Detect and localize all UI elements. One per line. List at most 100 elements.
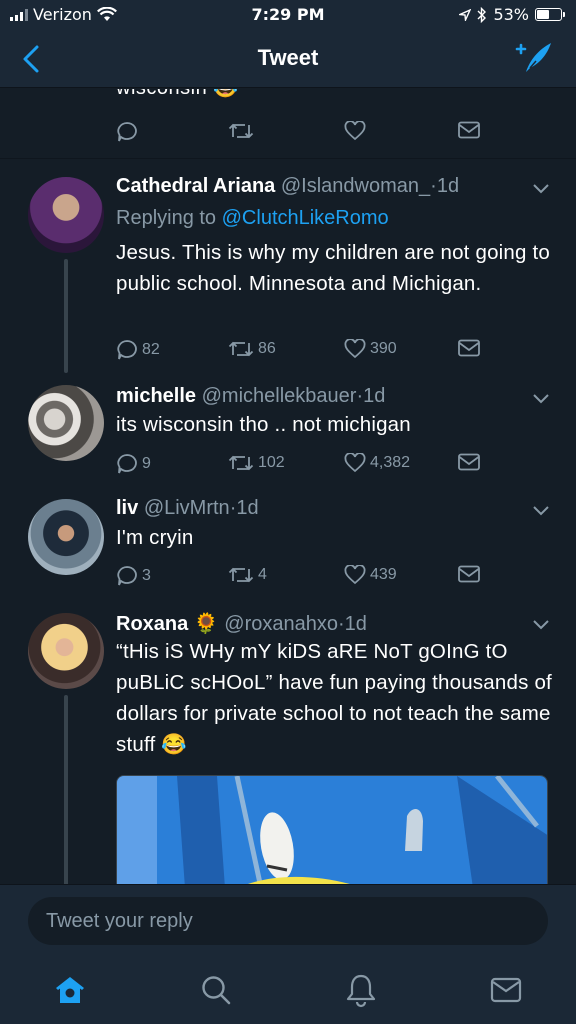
timestamp: 1d (236, 497, 259, 519)
tweet-header: liv @LivMrtn·1d (116, 497, 259, 520)
tweet[interactable]: michelle @michellekbauer·1d its wisconsi… (0, 373, 576, 487)
retweet-button[interactable]: 102 (228, 453, 285, 473)
separator: · (430, 175, 437, 197)
tweet-text: its wisconsin tho .. not michigan (116, 413, 411, 436)
chevron-down-icon[interactable] (532, 393, 550, 405)
like-button[interactable] (344, 121, 366, 141)
replying-label: Replying to (116, 207, 217, 229)
reply-button[interactable]: 82 (116, 339, 160, 361)
page-title: Tweet (257, 45, 319, 70)
retweet-icon (228, 123, 254, 139)
avatar[interactable] (28, 177, 104, 253)
battery-percent: 53% (493, 5, 529, 24)
chevron-down-icon[interactable] (532, 505, 550, 517)
retweet-count: 102 (258, 454, 285, 471)
emoji: 😂 (213, 89, 238, 99)
display-name[interactable]: michelle (116, 385, 196, 407)
conversation-feed[interactable]: wisconsin 😂 Cathedral Ariana @Islandwoma… (0, 89, 576, 884)
tweet[interactable]: Cathedral Ariana @Islandwoman_·1d Replyi… (0, 161, 576, 373)
like-button[interactable]: 390 (344, 339, 397, 359)
tweet[interactable]: liv @LivMrtn·1d I'm cryin 3 4 439 (0, 487, 576, 601)
emoji: 😂 (161, 733, 188, 756)
reply-composer: Tweet your reply (0, 884, 576, 954)
retweet-icon (228, 455, 254, 471)
username[interactable]: @LivMrtn (144, 497, 230, 519)
reply-count: 3 (142, 567, 151, 584)
tweet-text: I'm cryin (116, 526, 194, 549)
timestamp: 1d (436, 175, 460, 197)
status-bar: Verizon 7:29 PM 53% (0, 0, 576, 30)
reply-icon (117, 340, 137, 360)
retweet-count: 86 (258, 340, 276, 357)
location-icon (459, 8, 472, 21)
messages-icon[interactable] (488, 972, 524, 1008)
compose-tweet-icon[interactable] (514, 40, 554, 76)
envelope-icon (458, 453, 480, 471)
envelope-icon (458, 121, 480, 139)
heart-icon (344, 453, 366, 473)
thread-line (64, 259, 68, 373)
spongebob-image (117, 776, 547, 884)
tweet-text: wisconsin 😂 (116, 89, 239, 100)
tweet-text-tail: wisconsin (116, 89, 207, 99)
direct-message-button[interactable] (458, 121, 480, 139)
tweet-actions: 3 4 439 (116, 565, 486, 589)
tweet-actions: 82 86 390 (116, 339, 486, 363)
reply-icon (117, 566, 137, 586)
display-name[interactable]: Cathedral Ariana (116, 175, 275, 197)
reply-input-placeholder: Tweet your reply (46, 910, 193, 932)
reply-icon (117, 454, 137, 474)
reply-icon (117, 122, 137, 142)
chevron-down-icon[interactable] (532, 619, 550, 631)
retweet-button[interactable]: 86 (228, 339, 276, 359)
search-icon[interactable] (198, 972, 234, 1008)
tweet-actions: 9 102 4,382 (116, 453, 486, 477)
direct-message-button[interactable] (458, 339, 480, 357)
username[interactable]: @Islandwoman_ (281, 175, 430, 197)
tweet-actions (116, 121, 486, 145)
tweet-header: michelle @michellekbauer·1d (116, 385, 385, 408)
avatar[interactable] (28, 385, 104, 461)
replying-to: Replying to @ClutchLikeRomo (116, 207, 389, 230)
reply-button[interactable] (116, 121, 138, 143)
like-button[interactable]: 439 (344, 565, 397, 585)
reply-input[interactable]: Tweet your reply (28, 897, 548, 945)
previous-tweet[interactable]: wisconsin 😂 (0, 89, 576, 159)
display-name[interactable]: liv (116, 497, 138, 519)
thread-line (64, 695, 68, 884)
tweet-text: Jesus. This is why my children are not g… (116, 241, 551, 295)
like-count: 390 (370, 340, 397, 357)
separator: · (337, 613, 345, 635)
home-icon[interactable] (52, 972, 88, 1008)
username[interactable]: @michellekbauer (202, 385, 357, 407)
retweet-button[interactable]: 4 (228, 565, 267, 585)
battery-icon (535, 8, 565, 21)
envelope-icon (458, 339, 480, 357)
replying-to-link[interactable]: @ClutchLikeRomo (222, 207, 389, 229)
avatar[interactable] (28, 613, 104, 689)
heart-icon (344, 339, 366, 359)
notifications-icon[interactable] (343, 972, 379, 1008)
reply-button[interactable]: 3 (116, 565, 151, 587)
bluetooth-icon (477, 6, 487, 23)
like-button[interactable]: 4,382 (344, 453, 410, 473)
direct-message-button[interactable] (458, 565, 480, 583)
reply-button[interactable]: 9 (116, 453, 151, 475)
navigation-bar: Tweet (0, 30, 576, 88)
heart-icon (344, 121, 366, 141)
avatar[interactable] (28, 499, 104, 575)
tweet[interactable]: Roxana 🌻 @roxanahxo·1d “tHis iS WHy mY k… (0, 601, 576, 884)
tab-bar (0, 954, 576, 1024)
retweet-button[interactable] (228, 121, 254, 141)
tweet-media-image[interactable] (116, 775, 548, 884)
direct-message-button[interactable] (458, 453, 480, 471)
envelope-icon (458, 565, 480, 583)
chevron-down-icon[interactable] (532, 183, 550, 195)
reply-count: 82 (142, 341, 160, 358)
like-count: 4,382 (370, 454, 411, 471)
tweet-text: “tHis iS WHy mY kiDS aRE NoT gOInG tO pu… (116, 636, 556, 760)
timestamp: 1d (363, 385, 386, 407)
username[interactable]: @roxanahxo (224, 613, 338, 635)
retweet-icon (228, 341, 254, 357)
display-name[interactable]: Roxana (116, 613, 188, 635)
